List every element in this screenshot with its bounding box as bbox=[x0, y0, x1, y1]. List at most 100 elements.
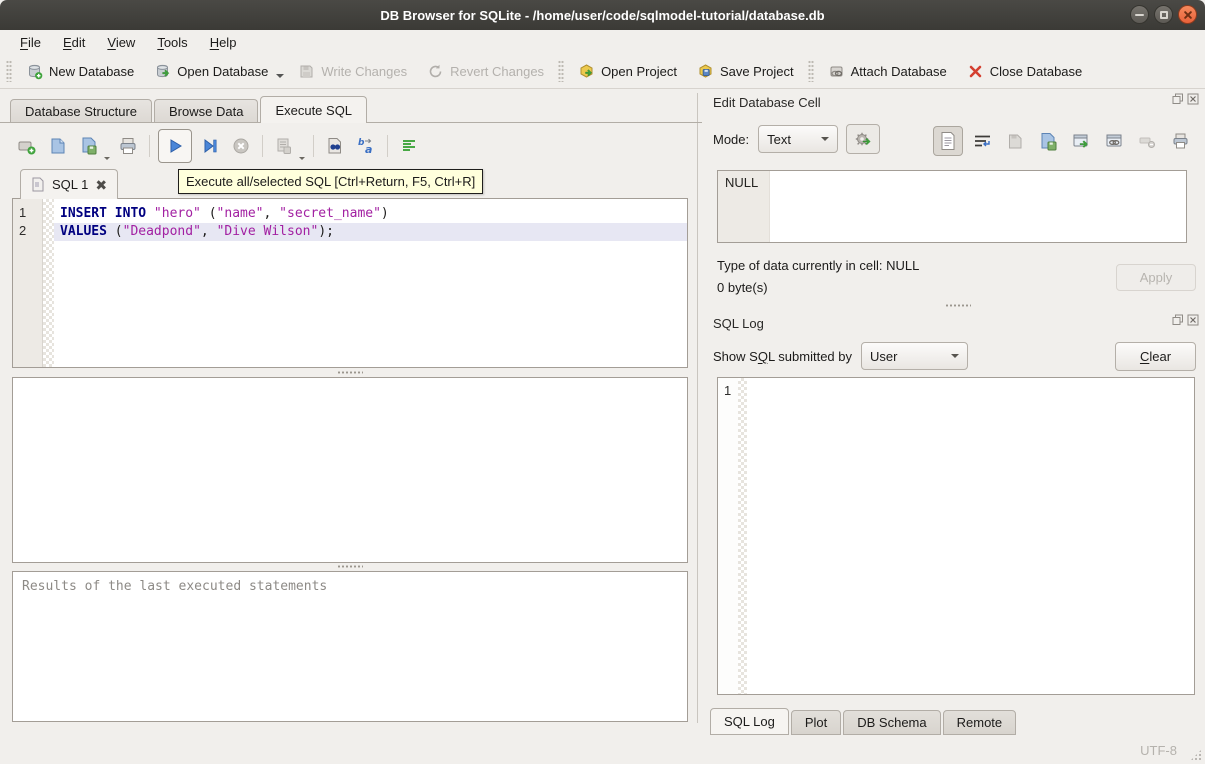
results-grid-pane[interactable] bbox=[12, 377, 688, 563]
find-icon bbox=[325, 136, 345, 156]
submitted-by-select[interactable]: User bbox=[861, 342, 968, 370]
revert-changes-button: Revert Changes bbox=[419, 58, 552, 85]
panel-divider[interactable] bbox=[697, 93, 698, 723]
filter-label: Show SQL submitted by bbox=[713, 349, 852, 364]
toolbar-handle bbox=[6, 60, 12, 82]
open-project-button[interactable]: Open Project bbox=[570, 58, 685, 85]
mode-select[interactable]: Text bbox=[758, 125, 838, 153]
new-sql-tab-button[interactable] bbox=[14, 132, 40, 160]
close-button[interactable] bbox=[1178, 5, 1197, 24]
line-number-gutter: 1 2 bbox=[13, 199, 43, 367]
encoding-indicator[interactable]: UTF-8 bbox=[1140, 743, 1177, 758]
float-dock-icon[interactable] bbox=[1172, 93, 1184, 105]
menu-help[interactable]: Help bbox=[200, 32, 247, 53]
print-sql-button[interactable] bbox=[115, 132, 141, 160]
line-number: 1 bbox=[13, 205, 42, 223]
stop-button bbox=[228, 132, 254, 160]
sql-file-icon bbox=[31, 177, 45, 192]
open-database-dropdown-caret[interactable] bbox=[276, 74, 284, 78]
statusbar: UTF-8 bbox=[0, 732, 1205, 764]
menu-view[interactable]: View bbox=[97, 32, 145, 53]
attach-database-button[interactable]: Attach Database bbox=[820, 58, 955, 85]
auto-switch-mode-button[interactable] bbox=[846, 124, 880, 154]
text-mode-button[interactable] bbox=[933, 126, 963, 156]
tab-execute-sql[interactable]: Execute SQL bbox=[260, 96, 367, 123]
tab-browse-data[interactable]: Browse Data bbox=[154, 99, 258, 123]
menu-tools[interactable]: Tools bbox=[147, 32, 197, 53]
new-database-button[interactable]: New Database bbox=[18, 58, 142, 85]
format-sql-icon bbox=[399, 136, 419, 156]
find-button[interactable] bbox=[322, 132, 348, 160]
save-project-button[interactable]: Save Project bbox=[689, 58, 802, 85]
cell-editor-icons bbox=[933, 126, 1194, 156]
splitter-handle[interactable] bbox=[12, 562, 688, 570]
chevron-down-icon bbox=[821, 137, 829, 141]
save-results-button bbox=[271, 132, 297, 160]
cell-value-editor[interactable]: NULL bbox=[717, 170, 1187, 243]
word-wrap-button[interactable] bbox=[969, 128, 996, 155]
open-database-button[interactable]: Open Database bbox=[146, 58, 276, 85]
resize-grip[interactable] bbox=[1190, 749, 1202, 761]
open-in-external-button[interactable] bbox=[1068, 128, 1095, 155]
menu-edit[interactable]: Edit bbox=[53, 32, 95, 53]
code-area[interactable]: INSERT INTO "hero" ("name", "secret_name… bbox=[54, 199, 687, 367]
clear-log-button[interactable]: Clear bbox=[1115, 342, 1196, 371]
edit-cell-dock-header[interactable]: Edit Database Cell bbox=[713, 93, 1203, 111]
close-tab-icon[interactable]: ✖ bbox=[95, 178, 107, 192]
log-content bbox=[747, 378, 1194, 694]
results-message-pane[interactable]: Results of the last executed statements bbox=[12, 571, 688, 722]
sql-log-view[interactable]: 1 bbox=[717, 377, 1195, 695]
word-wrap-icon bbox=[973, 132, 992, 151]
main-tab-bar: Database Structure Browse Data Execute S… bbox=[10, 96, 369, 123]
open-sql-file-button[interactable] bbox=[45, 132, 71, 160]
print-cell-button[interactable] bbox=[1167, 128, 1194, 155]
sql-doc-tab[interactable]: SQL 1 ✖ bbox=[20, 169, 118, 199]
copy-link-button[interactable] bbox=[1101, 128, 1128, 155]
cell-value: NULL bbox=[718, 171, 770, 242]
execute-all-button[interactable] bbox=[158, 129, 192, 163]
attach-database-icon bbox=[828, 63, 845, 80]
sql-code-editor[interactable]: 1 2 INSERT INTO "hero" ("name", "secret_… bbox=[12, 198, 688, 368]
cell-edit-area[interactable] bbox=[770, 171, 1186, 242]
save-sql-dropdown-caret[interactable] bbox=[104, 157, 110, 160]
execute-line-button[interactable] bbox=[197, 132, 223, 160]
export-data-button[interactable] bbox=[1035, 128, 1062, 155]
splitter-handle[interactable] bbox=[713, 301, 1203, 309]
execute-line-icon bbox=[200, 136, 220, 156]
splitter-handle[interactable] bbox=[12, 368, 688, 376]
toolbar-handle bbox=[558, 60, 564, 82]
text-document-icon bbox=[939, 131, 957, 151]
sql-editor-toolbar: b a bbox=[14, 129, 422, 163]
open-database-icon bbox=[154, 63, 171, 80]
close-database-button[interactable]: Close Database bbox=[959, 58, 1091, 85]
float-dock-icon[interactable] bbox=[1172, 314, 1184, 326]
code-line-1: INSERT INTO "hero" ("name", "secret_name… bbox=[54, 205, 687, 223]
toolbar-separator bbox=[149, 135, 150, 157]
close-dock-icon[interactable] bbox=[1187, 314, 1199, 326]
revert-changes-icon bbox=[427, 63, 444, 80]
toolbar-handle bbox=[808, 60, 814, 82]
open-project-icon bbox=[578, 63, 595, 80]
print-icon bbox=[118, 136, 138, 156]
menu-file[interactable]: File bbox=[10, 32, 51, 53]
main-toolbar: New Database Open Database Write Changes… bbox=[0, 54, 1205, 89]
import-icon bbox=[1006, 132, 1025, 151]
close-dock-icon[interactable] bbox=[1187, 93, 1199, 105]
dock-tab-sql-log[interactable]: SQL Log bbox=[710, 708, 789, 735]
new-database-icon bbox=[26, 63, 43, 80]
format-sql-button[interactable] bbox=[396, 132, 422, 160]
sql-log-dock-header[interactable]: SQL Log bbox=[713, 314, 1203, 332]
open-external-icon bbox=[1072, 132, 1091, 151]
apply-button: Apply bbox=[1116, 264, 1196, 291]
print-icon bbox=[1171, 132, 1190, 151]
svg-text:a: a bbox=[365, 143, 372, 156]
execute-all-icon bbox=[165, 136, 185, 156]
save-sql-file-button[interactable] bbox=[76, 132, 102, 160]
save-results-icon bbox=[274, 136, 294, 156]
maximize-button[interactable] bbox=[1154, 5, 1173, 24]
find-replace-button[interactable]: b a bbox=[353, 132, 379, 160]
maximize-icon bbox=[1160, 11, 1168, 19]
stop-icon bbox=[231, 136, 251, 156]
tab-database-structure[interactable]: Database Structure bbox=[10, 99, 152, 123]
minimize-button[interactable] bbox=[1130, 5, 1149, 24]
